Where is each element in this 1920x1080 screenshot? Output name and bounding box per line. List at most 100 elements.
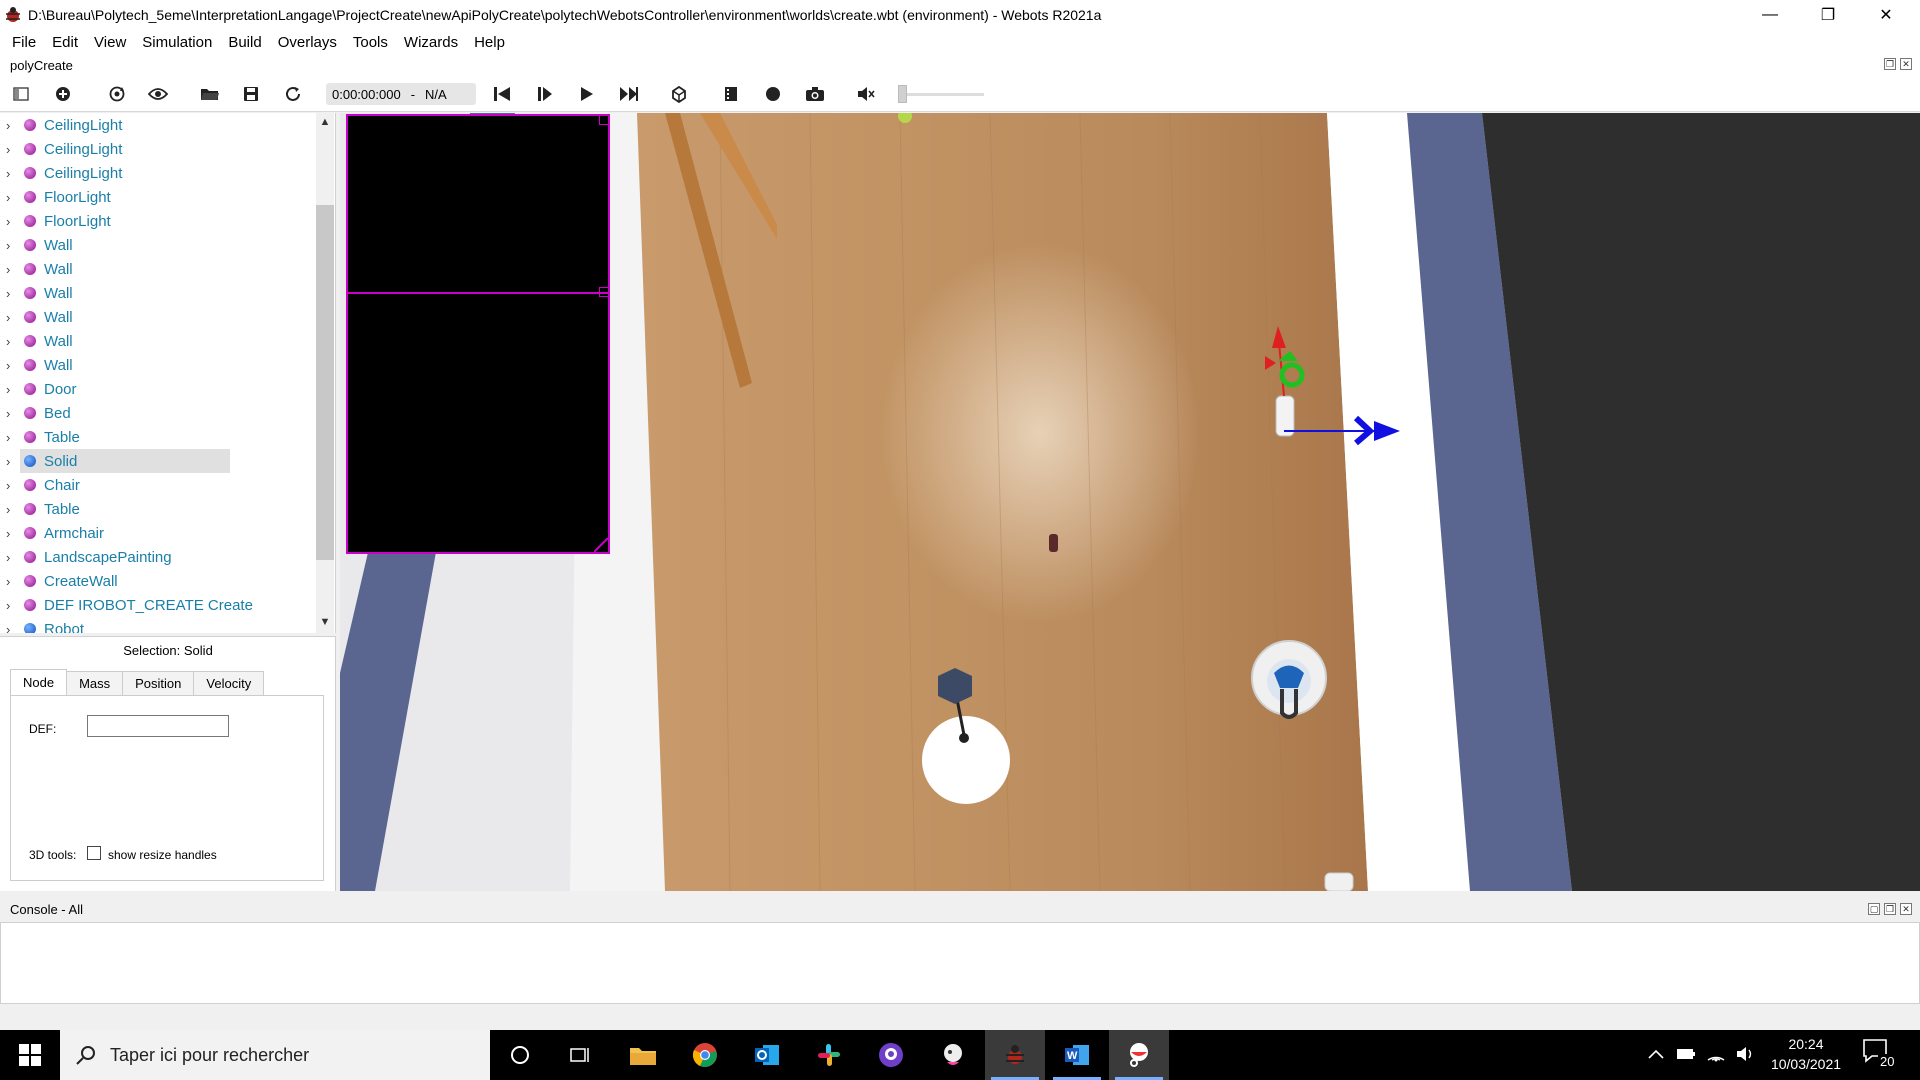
- expand-chevron-icon[interactable]: ›: [6, 430, 22, 445]
- console-close-button[interactable]: ✕: [1900, 903, 1912, 915]
- scene-tree-item[interactable]: › CreateWall: [0, 569, 320, 593]
- scene-tree-item[interactable]: › Chair: [0, 473, 320, 497]
- tab-node[interactable]: Node: [10, 669, 68, 695]
- scene-tree-item[interactable]: › Wall: [0, 281, 320, 305]
- scene-tree-item[interactable]: › CeilingLight: [0, 161, 320, 185]
- close-panel-button[interactable]: ✕: [1900, 58, 1912, 70]
- outlook-icon[interactable]: [737, 1030, 797, 1080]
- menu-simulation[interactable]: Simulation: [134, 34, 220, 51]
- overlay-close-icon-2[interactable]: [599, 287, 609, 297]
- webots-taskbar-icon[interactable]: [985, 1030, 1045, 1080]
- scene-tree-item[interactable]: › Armchair: [0, 521, 320, 545]
- taskbar-search[interactable]: Taper ici pour rechercher: [60, 1030, 490, 1080]
- close-button[interactable]: ✕: [1858, 0, 1914, 30]
- console-output[interactable]: [0, 922, 1920, 1004]
- scene-tree-item[interactable]: › LandscapePainting: [0, 545, 320, 569]
- fast-forward-icon[interactable]: [616, 82, 642, 106]
- slack-icon[interactable]: [799, 1030, 859, 1080]
- scroll-up-icon[interactable]: ▲: [316, 113, 334, 131]
- scene-tree-item[interactable]: › FloorLight: [0, 185, 320, 209]
- volume-slider-handle[interactable]: [898, 85, 907, 103]
- expand-chevron-icon[interactable]: ›: [6, 382, 22, 397]
- add-node-icon[interactable]: [50, 82, 76, 106]
- menu-view[interactable]: View: [86, 34, 134, 51]
- app-icon-head[interactable]: [923, 1030, 983, 1080]
- expand-chevron-icon[interactable]: ›: [6, 334, 22, 349]
- expand-chevron-icon[interactable]: ›: [6, 406, 22, 421]
- reload-world-icon[interactable]: [280, 82, 306, 106]
- show-resize-handles-checkbox[interactable]: [87, 846, 101, 860]
- notification-center-button[interactable]: 20: [1862, 1038, 1902, 1074]
- expand-chevron-icon[interactable]: ›: [6, 502, 22, 517]
- task-view-icon[interactable]: [550, 1030, 610, 1080]
- reset-simulation-icon[interactable]: [489, 82, 515, 106]
- open-world-icon[interactable]: [197, 82, 223, 106]
- save-world-icon[interactable]: [238, 82, 264, 106]
- volume-icon[interactable]: [1736, 1045, 1756, 1063]
- menu-build[interactable]: Build: [220, 34, 269, 51]
- scene-tree-scroll-thumb[interactable]: [316, 205, 334, 560]
- expand-chevron-icon[interactable]: ›: [6, 142, 22, 157]
- scroll-down-icon[interactable]: ▼: [316, 613, 334, 631]
- console-float-button[interactable]: ❐: [1884, 903, 1896, 915]
- scene-tree-item[interactable]: › Wall: [0, 329, 320, 353]
- expand-chevron-icon[interactable]: ›: [6, 526, 22, 541]
- menu-file[interactable]: File: [4, 34, 44, 51]
- tab-position[interactable]: Position: [122, 671, 195, 695]
- scene-tree-item[interactable]: › Bed: [0, 401, 320, 425]
- github-desktop-icon[interactable]: [861, 1030, 921, 1080]
- scene-tree-item[interactable]: › Door: [0, 377, 320, 401]
- record-icon[interactable]: [760, 82, 786, 106]
- def-input[interactable]: [87, 715, 229, 737]
- expand-chevron-icon[interactable]: ›: [6, 478, 22, 493]
- tray-chevron-icon[interactable]: [1648, 1048, 1664, 1060]
- tab-mass[interactable]: Mass: [66, 671, 124, 695]
- volume-slider[interactable]: [898, 93, 984, 96]
- console-restore-button[interactable]: ▢: [1868, 903, 1880, 915]
- eye-icon[interactable]: [145, 82, 171, 106]
- tab-velocity[interactable]: Velocity: [193, 671, 265, 695]
- menu-help[interactable]: Help: [466, 34, 513, 51]
- expand-chevron-icon[interactable]: ›: [6, 286, 22, 301]
- battery-icon[interactable]: [1676, 1047, 1696, 1061]
- expand-chevron-icon[interactable]: ›: [6, 454, 22, 469]
- screenshot-icon[interactable]: [802, 82, 828, 106]
- expand-chevron-icon[interactable]: ›: [6, 550, 22, 565]
- snipping-tool-icon[interactable]: [1109, 1030, 1169, 1080]
- minimize-button[interactable]: —: [1742, 0, 1798, 30]
- reset-view-icon[interactable]: [104, 82, 130, 106]
- expand-chevron-icon[interactable]: ›: [6, 358, 22, 373]
- menu-edit[interactable]: Edit: [44, 34, 86, 51]
- file-explorer-icon[interactable]: [613, 1030, 673, 1080]
- wifi-icon[interactable]: [1706, 1044, 1726, 1064]
- expand-chevron-icon[interactable]: ›: [6, 118, 22, 133]
- scene-tree-item[interactable]: › Table: [0, 497, 320, 521]
- expand-chevron-icon[interactable]: ›: [6, 214, 22, 229]
- toggle-scene-tree-icon[interactable]: [8, 82, 34, 106]
- expand-chevron-icon[interactable]: ›: [6, 190, 22, 205]
- scene-tree-item[interactable]: › DEF IROBOT_CREATE Create: [0, 593, 320, 617]
- scene-tree-item[interactable]: › Wall: [0, 257, 320, 281]
- scene-tree-item[interactable]: › Wall: [0, 305, 320, 329]
- menu-overlays[interactable]: Overlays: [270, 34, 345, 51]
- system-clock[interactable]: 20:24 10/03/2021: [1756, 1034, 1856, 1074]
- scene-tree-item[interactable]: › CeilingLight: [0, 137, 320, 161]
- mute-icon[interactable]: [853, 82, 879, 106]
- expand-chevron-icon[interactable]: ›: [6, 262, 22, 277]
- restore-button[interactable]: ❐: [1800, 0, 1856, 30]
- scene-tree-item[interactable]: › Wall: [0, 353, 320, 377]
- scene-tree-item[interactable]: › Solid: [0, 449, 320, 473]
- expand-chevron-icon[interactable]: ›: [6, 574, 22, 589]
- expand-chevron-icon[interactable]: ›: [6, 238, 22, 253]
- menu-wizards[interactable]: Wizards: [396, 34, 466, 51]
- start-button[interactable]: [0, 1030, 60, 1080]
- expand-chevron-icon[interactable]: ›: [6, 166, 22, 181]
- step-icon[interactable]: [532, 82, 558, 106]
- expand-chevron-icon[interactable]: ›: [6, 622, 22, 634]
- scene-tree-item[interactable]: › CeilingLight: [0, 113, 320, 137]
- overlay-close-icon[interactable]: [599, 115, 609, 125]
- float-panel-button[interactable]: ❐: [1884, 58, 1896, 70]
- expand-chevron-icon[interactable]: ›: [6, 310, 22, 325]
- cortana-icon[interactable]: [490, 1030, 550, 1080]
- chrome-icon[interactable]: [675, 1030, 735, 1080]
